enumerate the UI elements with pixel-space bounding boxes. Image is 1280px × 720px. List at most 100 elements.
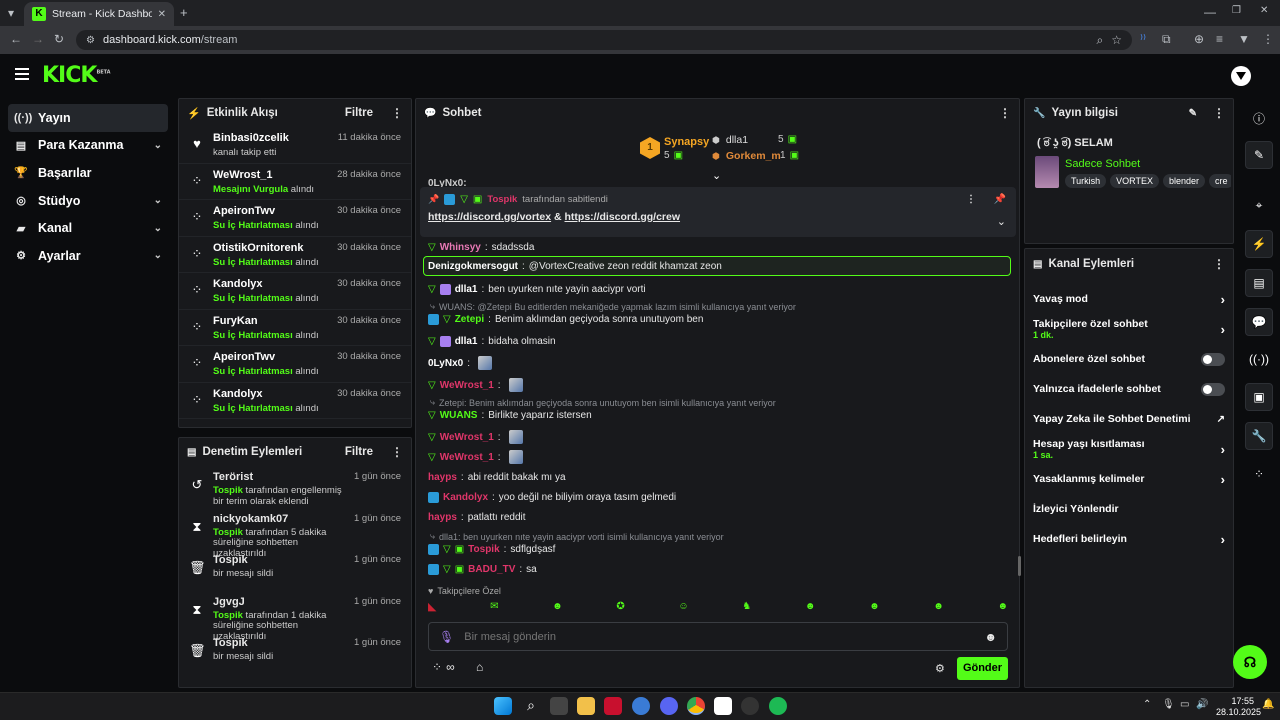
rail-activity-icon[interactable]: ⚡ <box>1245 230 1273 258</box>
notion-icon[interactable] <box>714 697 732 715</box>
chat-username[interactable]: Denizgokmersogut <box>428 261 518 272</box>
chat-username[interactable]: dlla1 <box>455 336 478 347</box>
download-icon[interactable]: ⊕ <box>1194 32 1204 46</box>
back-icon[interactable]: ← <box>10 32 22 46</box>
emote-icon[interactable]: ♞ <box>742 601 751 612</box>
taskbar-app-icon[interactable] <box>550 697 568 715</box>
chat-message[interactable]: ▽ WUANS: Birlikte yaparız istersen <box>428 410 592 421</box>
channel-action-item[interactable]: Yavaş mod › <box>1025 284 1233 314</box>
close-tab-icon[interactable]: ✕ <box>158 9 166 20</box>
kick-points-button[interactable]: ⁘ ∞ <box>432 660 455 674</box>
volume-icon[interactable]: 🔊 <box>1196 699 1208 710</box>
activity-filter-button[interactable]: Filtre <box>345 107 373 119</box>
reply-context[interactable]: ⤷ WUANS: @Zetepi Bu editlerden mekaniğede… <box>430 301 796 312</box>
channel-action-item[interactable]: Takipçilere özel sohbet 1 dk. › <box>1025 314 1233 344</box>
file-explorer-icon[interactable] <box>577 697 595 715</box>
rail-stream-info-icon[interactable]: 🔧 <box>1245 422 1273 450</box>
stream-info-more-icon[interactable]: ⋮ <box>1213 106 1225 120</box>
network-icon[interactable]: ▭ <box>1180 699 1189 710</box>
channel-action-item[interactable]: Yalnızca ifadelerle sohbet <box>1025 374 1233 404</box>
system-clock[interactable]: 17:55 28.10.2025 <box>1216 696 1261 718</box>
chat-username[interactable]: Whinsyy <box>440 242 481 253</box>
chat-message[interactable]: ▽ WeWrost_1: <box>428 430 523 444</box>
chevron-right-icon[interactable]: › <box>1221 472 1225 487</box>
chat-username[interactable]: WeWrost_1 <box>440 432 494 443</box>
pinned-expand-icon[interactable]: ⌄ <box>997 215 1006 228</box>
chat-message[interactable]: ▽ ▣ Tospik: sdflgdşasf <box>428 544 555 555</box>
rail-chat-icon[interactable]: 💬 <box>1245 308 1273 336</box>
reply-context[interactable]: ⤷ Zetepi: Benim aklımdan geçiyoda sonra u… <box>430 397 776 408</box>
chat-username[interactable]: 0LyNx0 <box>428 358 463 369</box>
leaderboard-second[interactable]: ⬢ dlla1 <box>712 134 748 146</box>
user-avatar[interactable] <box>1231 66 1251 86</box>
activity-username[interactable]: Kandolyx <box>213 278 329 290</box>
chevron-right-icon[interactable]: › <box>1221 442 1225 457</box>
chat-username[interactable]: Zetepi <box>455 314 484 325</box>
edit-pencil-icon[interactable]: ✎ <box>1189 108 1197 119</box>
chat-message-input[interactable] <box>464 630 975 643</box>
moderation-item[interactable]: ↺ Terörist Tospik tarafından engellenmiş b… <box>179 466 411 508</box>
chat-message[interactable]: ▽ dlla1: ben uyurken nıte yayin aaciypr vo… <box>428 284 646 295</box>
activity-item[interactable]: ♥ Binbasi0zcelik kanalı takip etti 11 dakik… <box>179 127 411 164</box>
nav-item-1[interactable]: ▤ Para Kazanma ⌄ <box>8 132 168 160</box>
minimize-icon[interactable]: — <box>1204 5 1216 19</box>
rail-focus-icon[interactable]: ⌖ <box>1245 191 1273 219</box>
kick-logo[interactable]: KICKBETA <box>42 63 111 88</box>
activity-username[interactable]: Kandolyx <box>213 388 329 400</box>
emote-icon[interactable]: ☻ <box>552 601 563 612</box>
activity-item[interactable]: ⁘ Kandolyx Su İç Hatırlatması alındı 30 dak… <box>179 273 411 310</box>
nav-item-4[interactable]: ▰ Kanal ⌄ <box>8 214 168 242</box>
chat-message[interactable]: hayps: abi reddit bakak mı ya <box>428 472 566 483</box>
rail-info-icon[interactable]: ⓘ <box>1245 104 1273 132</box>
chat-message[interactable]: 0LyNx0: <box>428 356 492 370</box>
site-info-icon[interactable]: ⚙ <box>86 35 95 46</box>
activity-item[interactable]: ⁘ OtistikOrnitorenk Su İç Hatırlatması alı… <box>179 237 411 273</box>
hamburger-menu-icon[interactable] <box>15 68 29 80</box>
emote-icon[interactable]: ☻ <box>933 601 944 612</box>
chevron-right-icon[interactable]: › <box>1221 322 1225 337</box>
rail-actions-icon[interactable]: ▣ <box>1245 383 1273 411</box>
chat-username[interactable]: hayps <box>428 512 457 523</box>
taskbar-app-icon[interactable] <box>604 697 622 715</box>
chat-message[interactable]: hayps: patlattı reddit <box>428 512 526 523</box>
stream-tag[interactable]: VORTEX <box>1110 174 1160 188</box>
tab-list-icon[interactable]: ▾ <box>8 6 14 20</box>
chat-message[interactable]: ▽ WeWrost_1: <box>428 450 523 464</box>
activity-username[interactable]: FuryKan <box>213 315 329 327</box>
leaderboard-third[interactable]: ⬢ Gorkem_m <box>712 150 781 162</box>
activity-username[interactable]: Binbasi0zcelik <box>213 132 330 144</box>
moderation-filter-button[interactable]: Filtre <box>345 446 373 458</box>
chat-message[interactable]: ▽ ▣ BADU_TV: sa <box>428 564 537 575</box>
chrome-menu-icon[interactable]: ⋮ <box>1262 32 1274 46</box>
chat-username[interactable]: hayps <box>428 472 457 483</box>
stream-category[interactable]: Sadece Sohbet <box>1065 158 1140 170</box>
moderation-more-icon[interactable]: ⋮ <box>391 445 403 459</box>
moderation-item[interactable]: 🗑 Tospik bir mesajı sildi 1 gün önce <box>179 549 411 591</box>
nav-item-2[interactable]: 🏆 Başarılar <box>8 159 168 187</box>
new-tab-button[interactable]: + <box>180 5 188 20</box>
browser-tab[interactable]: K Stream - Kick Dashboard ✕ <box>24 2 174 26</box>
chevron-down-icon[interactable]: ⌄ <box>154 250 162 261</box>
microphone-tray-icon[interactable]: 🎙 <box>1162 699 1175 710</box>
leaderboard-toggle-icon[interactable]: ⌄ <box>712 169 721 182</box>
moderation-target[interactable]: Tospik <box>213 637 346 649</box>
spotify-icon[interactable] <box>769 697 787 715</box>
notification-icon[interactable]: 🔔 <box>1262 699 1274 710</box>
moderation-target[interactable]: JgvgJ <box>213 596 346 608</box>
discord-icon[interactable] <box>660 697 678 715</box>
chat-message[interactable]: Kandolyx: yoo değil ne biliyim oraya tası… <box>428 492 676 503</box>
help-headset-button[interactable]: ☊ <box>1233 645 1267 679</box>
chevron-down-icon[interactable]: ⌄ <box>154 140 162 151</box>
chat-message[interactable]: ▽ dlla1: bidaha olmasin <box>428 336 556 347</box>
maximize-icon[interactable]: ❐ <box>1232 5 1241 16</box>
unpin-icon[interactable]: 📌 <box>994 194 1006 205</box>
channel-actions-more-icon[interactable]: ⋮ <box>1213 257 1225 271</box>
start-menu-icon[interactable] <box>494 697 512 715</box>
extension-icon[interactable]: ⁾⁾ <box>1140 32 1146 46</box>
chat-username[interactable]: Kandolyx <box>443 492 488 503</box>
tray-overflow-icon[interactable]: ⌃ <box>1143 699 1151 710</box>
chrome-icon[interactable] <box>687 697 705 715</box>
rail-broadcast-icon[interactable]: ((·)) <box>1245 345 1273 373</box>
zoom-icon[interactable]: ⌕ <box>1097 33 1104 48</box>
rail-edit-icon[interactable]: ✎ <box>1245 141 1273 169</box>
